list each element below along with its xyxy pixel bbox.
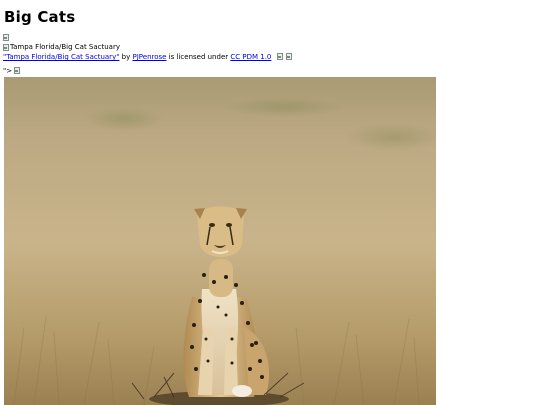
stray-markup-text: ">	[3, 67, 13, 75]
author-link[interactable]: PJPenrose	[133, 53, 167, 61]
license-text: is licensed under	[168, 53, 229, 61]
license-icon[interactable]	[276, 53, 284, 61]
cheetah-photo-graphic	[4, 77, 436, 405]
stray-markup-row: ">	[3, 67, 21, 76]
image-alt-text: Tampa Florida/Big Cat Sactuary	[10, 43, 120, 51]
broken-image-icon	[3, 34, 10, 42]
by-text: by	[121, 53, 131, 61]
image-alt-row: Tampa Florida/Big Cat Sactuary	[3, 43, 120, 53]
license-icons	[276, 53, 293, 62]
cheetah-photo	[4, 77, 436, 405]
license-icon[interactable]	[285, 53, 293, 61]
work-link[interactable]: "Tampa Florida/Big Cat Sactuary"	[3, 53, 119, 61]
attribution-line: "Tampa Florida/Big Cat Sactuary" by PJPe…	[3, 53, 293, 62]
page-title: Big Cats	[4, 8, 76, 26]
broken-image-icon	[14, 67, 21, 75]
license-link[interactable]: CC PDM 1.0	[230, 53, 271, 61]
broken-image-row	[3, 34, 10, 43]
broken-image-icon	[3, 43, 10, 52]
